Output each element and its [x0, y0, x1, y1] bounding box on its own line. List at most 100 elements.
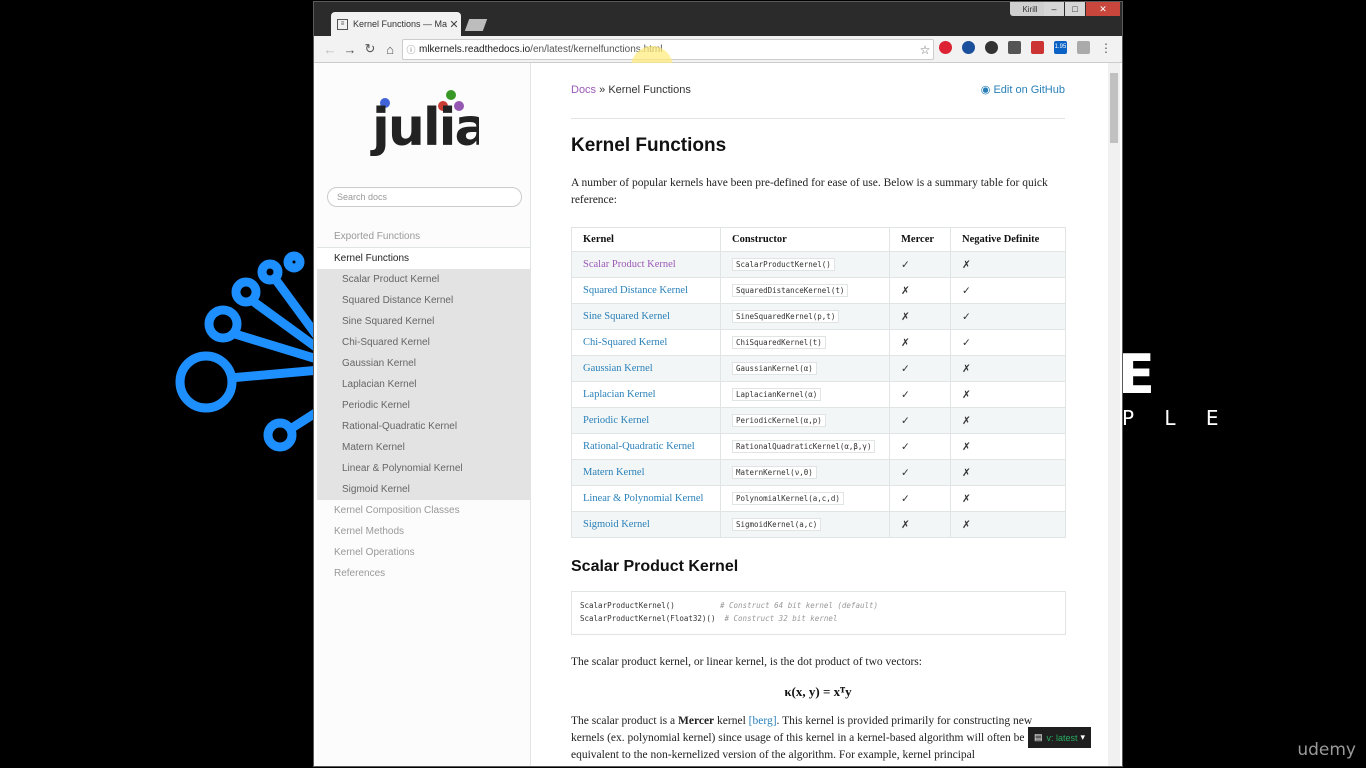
kernel-link[interactable]: Periodic Kernel: [571, 407, 721, 434]
kernel-link[interactable]: Sine Squared Kernel: [571, 303, 721, 330]
version-selector[interactable]: ▤ v: latest ▾: [1028, 727, 1091, 748]
mercer-cell: ✓: [889, 407, 951, 434]
constructor-code: ChiSquaredKernel(t): [732, 336, 826, 349]
site-info-icon[interactable]: ⓘ: [403, 43, 419, 56]
negative-definite-cell: ✓: [950, 329, 1066, 356]
browser-tab[interactable]: ≡ Kernel Functions — Mac ✕: [331, 12, 461, 36]
extension-shield-icon[interactable]: [985, 41, 998, 54]
reload-icon[interactable]: ↻: [360, 41, 380, 57]
kernel-link[interactable]: Squared Distance Kernel: [571, 277, 721, 304]
scalar-product-detail: The scalar product is a Mercer kernel [b…: [571, 713, 1065, 764]
address-bar[interactable]: ⓘ mlkernels.readthedocs.io/en/latest/ker…: [402, 39, 934, 60]
sidebar-item[interactable]: Periodic Kernel: [317, 395, 530, 416]
sidebar-item[interactable]: Sine Squared Kernel: [317, 311, 530, 332]
constructor-cell: RationalQuadraticKernel(α,β,γ): [720, 433, 890, 460]
section-title-scalar-product: Scalar Product Kernel: [571, 558, 739, 575]
extension-pen-icon[interactable]: [1031, 41, 1044, 54]
sidebar-item[interactable]: Squared Distance Kernel: [317, 290, 530, 311]
code-text: ScalarProductKernel(): [580, 601, 716, 610]
browser-menu-icon[interactable]: ⋮: [1100, 41, 1112, 55]
bookmark-star-icon[interactable]: ☆: [917, 43, 933, 57]
minimize-button[interactable]: –: [1044, 2, 1064, 16]
maximize-button[interactable]: □: [1065, 2, 1085, 16]
sidebar-item[interactable]: Chi-Squared Kernel: [317, 332, 530, 353]
edit-on-github-link[interactable]: ◉ Edit on GitHub: [981, 83, 1065, 96]
new-tab-button[interactable]: [464, 19, 488, 31]
docs-sidebar: julia Search docs Exported Functions Kern…: [317, 63, 531, 766]
kernel-link[interactable]: Laplacian Kernel: [571, 381, 721, 408]
constructor-cell: SigmoidKernel(a,c): [720, 511, 890, 538]
extension-bolt-icon[interactable]: [1008, 41, 1021, 54]
code-line: ScalarProductKernel(Float32)() # Constru…: [580, 614, 1057, 627]
para2-mid: kernel: [714, 715, 749, 727]
page-scrollbar[interactable]: [1108, 63, 1120, 766]
breadcrumb-docs-link[interactable]: Docs: [571, 84, 596, 96]
negative-definite-cell: ✓: [950, 303, 1066, 330]
constructor-code: SineSquaredKernel(p,t): [732, 310, 840, 323]
url-path: /en/latest/kernelfunctions.html: [530, 44, 663, 55]
mercer-cell: ✓: [889, 433, 951, 460]
version-label: v: latest: [1046, 732, 1078, 743]
sidebar-item[interactable]: Exported Functions: [317, 226, 530, 247]
kernel-link[interactable]: Linear & Polynomial Kernel: [571, 485, 721, 512]
constructor-cell: PeriodicKernel(α,p): [720, 407, 890, 434]
sidebar-item[interactable]: Sigmoid Kernel: [317, 479, 530, 500]
mercer-cell: ✓: [889, 355, 951, 382]
kernel-link[interactable]: Gaussian Kernel: [571, 355, 721, 382]
scrollbar-thumb[interactable]: [1110, 73, 1118, 143]
home-icon[interactable]: ⌂: [380, 42, 400, 57]
window-close-button[interactable]: ✕: [1086, 2, 1120, 16]
constructor-code: RationalQuadraticKernel(α,β,γ): [732, 440, 876, 453]
sidebar-item[interactable]: Rational-Quadratic Kernel: [317, 416, 530, 437]
edit-on-github-label: Edit on GitHub: [993, 84, 1065, 96]
kernel-link[interactable]: Chi-Squared Kernel: [571, 329, 721, 356]
forward-arrow-icon[interactable]: →: [340, 42, 360, 57]
kernel-summary-table: Kernel Constructor Mercer Negative Defin…: [571, 227, 1066, 538]
search-docs-input[interactable]: Search docs: [327, 187, 522, 207]
julia-logo-icon: julia: [370, 90, 479, 158]
url-host: mlkernels.readthedocs.io: [419, 44, 531, 55]
background-logo-graphic: [175, 251, 320, 452]
code-comment: # Construct 64 bit kernel (default): [719, 601, 879, 610]
mercer-cell: ✓: [889, 251, 951, 278]
constructor-code: LaplacianKernel(α): [732, 388, 822, 401]
kernel-link[interactable]: Rational-Quadratic Kernel: [571, 433, 721, 460]
berg-citation-link[interactable]: [berg]: [749, 715, 777, 727]
intro-paragraph: A number of popular kernels have been pr…: [571, 177, 1048, 206]
back-arrow-icon[interactable]: ←: [320, 42, 340, 57]
extension-g-icon[interactable]: [1077, 41, 1090, 54]
sidebar-item[interactable]: Matern Kernel: [317, 437, 530, 458]
sidebar-item[interactable]: Kernel Composition Classes: [317, 500, 530, 521]
tab-close-icon[interactable]: ✕: [447, 18, 461, 31]
header-constructor: Constructor: [720, 227, 890, 252]
sidebar-item[interactable]: Kernel Methods: [317, 521, 530, 542]
browser-toolbar: ← → ↻ ⌂ ⓘ mlkernels.readthedocs.io/en/la…: [314, 36, 1122, 88]
table-header-row: Kernel Constructor Mercer Negative Defin…: [571, 227, 1066, 252]
title-bar: ≡ Kernel Functions — Mac ✕ Kirill – □ ✕: [314, 2, 1122, 36]
code-text: ScalarProductKernel(Float32)(): [580, 614, 716, 623]
kernel-link[interactable]: Scalar Product Kernel: [571, 251, 721, 278]
sidebar-item[interactable]: References: [317, 563, 530, 584]
extension-globe-icon[interactable]: [962, 41, 975, 54]
sidebar-item[interactable]: Kernel Functions: [317, 247, 530, 269]
github-icon: ◉: [980, 84, 991, 96]
sidebar-item[interactable]: Gaussian Kernel: [317, 353, 530, 374]
sidebar-item[interactable]: Kernel Operations: [317, 542, 530, 563]
sidebar-item[interactable]: Scalar Product Kernel: [317, 269, 530, 290]
sidebar-item[interactable]: Laplacian Kernel: [317, 374, 530, 395]
mercer-cell: ✓: [889, 381, 951, 408]
background-brand-small: P L E: [1122, 406, 1231, 430]
book-icon: ▤: [1033, 732, 1043, 742]
table-row: Rational-Quadratic Kernel RationalQuadrat…: [571, 433, 1066, 460]
extension-badge-icon[interactable]: 1.95: [1054, 41, 1067, 54]
adblock-extension-icon[interactable]: [939, 41, 952, 54]
negative-definite-cell: ✗: [950, 459, 1066, 486]
mercer-cell: ✗: [889, 277, 951, 304]
kernel-link[interactable]: Sigmoid Kernel: [571, 511, 721, 538]
code-block: ScalarProductKernel() # Construct 64 bit…: [571, 591, 1066, 635]
para2-pre: The scalar product is a: [571, 715, 678, 727]
sidebar-item[interactable]: Linear & Polynomial Kernel: [317, 458, 530, 479]
table-row: Sigmoid Kernel SigmoidKernel(a,c) ✗ ✗: [571, 511, 1066, 538]
kernel-link[interactable]: Matern Kernel: [571, 459, 721, 486]
constructor-cell: PolynomialKernel(a,c,d): [720, 485, 890, 512]
